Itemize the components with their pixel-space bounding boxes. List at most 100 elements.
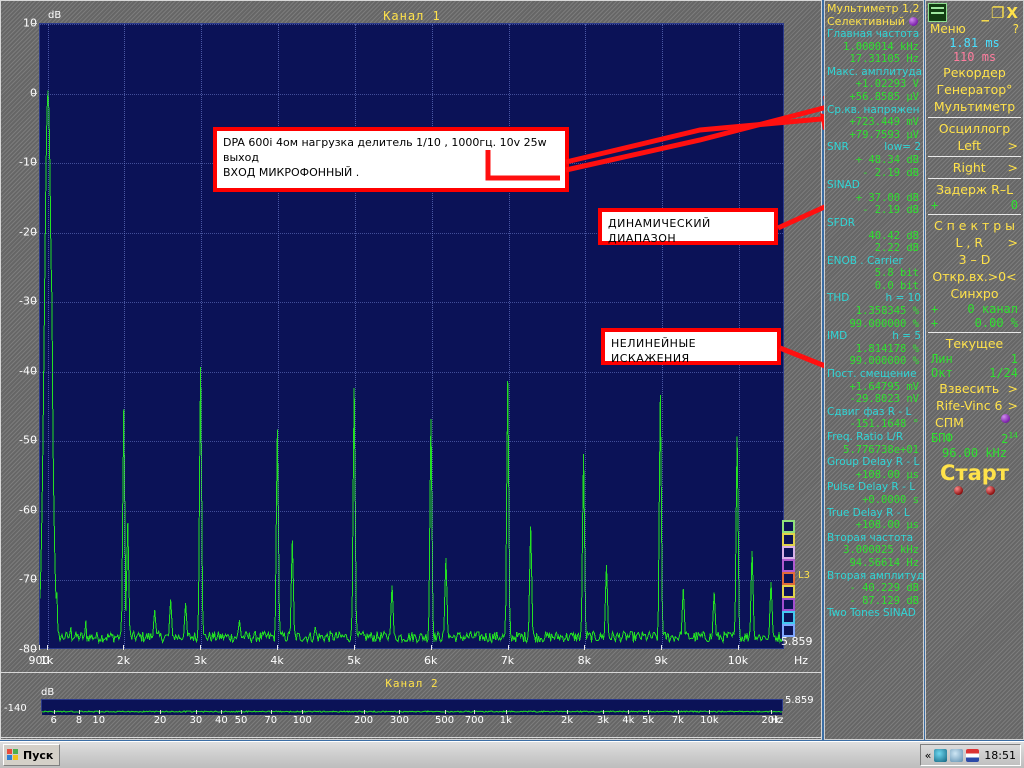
measurement-mode[interactable]: Селективный	[827, 15, 921, 28]
taskbar-clock[interactable]: 18:51	[984, 749, 1016, 762]
system-tray[interactable]: « 18:51	[920, 744, 1021, 766]
channel2-x-tick-label: 10k	[700, 715, 719, 726]
fft-label: БПФ	[931, 431, 953, 446]
button-multimeter[interactable]: Мультиметр	[926, 98, 1023, 115]
measurement-label-text: SNR	[827, 141, 849, 154]
tray-volume-icon[interactable]	[950, 749, 963, 762]
measurement-value: + 48.34 dB	[827, 154, 921, 167]
right-channel-arrow-icon: >	[1008, 159, 1018, 176]
measurement-value: +1.64795 mV	[827, 381, 921, 394]
x-tick-label: 7k	[501, 654, 514, 667]
row-octave[interactable]: Окт 1/24	[926, 366, 1023, 380]
button-window-function[interactable]: Rife-Vinc 6 >	[926, 397, 1023, 414]
measurement-value: - 40.229 dB	[827, 582, 921, 595]
value-sync-percent[interactable]: + 0.00 %	[926, 316, 1023, 330]
button-oscilloscope[interactable]: Осциллогр	[926, 120, 1023, 137]
button-weighting[interactable]: Взвесить >	[926, 380, 1023, 397]
help-button[interactable]: ?	[1013, 22, 1019, 36]
label-spectra: С п е к т р ы	[926, 217, 1023, 234]
annotation-distortion: НЕЛИНЕЙНЫЕ ИСКАЖЕНИЯ	[601, 328, 781, 365]
window-buttons[interactable]: _❐X	[981, 4, 1020, 22]
measurement-label: SFDR	[827, 217, 921, 230]
value-delay-rl[interactable]: + 0	[926, 198, 1023, 212]
annotation-device-line2: ВХОД МИКРОФОННЫЙ .	[223, 165, 559, 180]
measurement-value: 0.0 bit	[827, 280, 921, 293]
start-button[interactable]: Старт	[926, 460, 1023, 486]
measurement-label-param: h = 5	[892, 330, 921, 343]
psd-indicator-icon	[1001, 414, 1010, 423]
measurement-value: 5.8 bit	[827, 267, 921, 280]
measurement-value: +56.8585 µV	[827, 91, 921, 104]
tray-network-icon[interactable]	[934, 749, 947, 762]
channel2-x-tick-label: 20k	[761, 715, 780, 726]
sync-channel-value: 0 канал	[967, 302, 1018, 316]
start-menu-button[interactable]: Пуск	[3, 744, 60, 766]
channel2-x-tick-label: 5k	[642, 715, 654, 726]
grid-line-h	[40, 372, 783, 374]
channel1-max-value: 5.859	[781, 635, 813, 648]
channel2-x-tick-label: 500	[435, 715, 454, 726]
button-psd[interactable]: СПМ	[926, 414, 1023, 431]
mode-indicator-icon	[909, 17, 918, 26]
channel1-color-legend[interactable]: L3	[782, 520, 797, 637]
grid-line-v	[201, 24, 203, 648]
button-generator[interactable]: Генератор°	[926, 81, 1023, 98]
grid-line-v	[585, 24, 587, 648]
grid-line-v	[355, 24, 357, 648]
measurement-label: Пост. смещение	[827, 368, 921, 381]
maximize-button[interactable]: ❐	[991, 4, 1006, 22]
legend-swatch[interactable]	[782, 520, 795, 533]
grid-line-h	[40, 302, 783, 304]
minimize-button[interactable]: _	[981, 4, 991, 22]
lin-value: 1	[1011, 352, 1018, 366]
lin-label: Лин	[931, 352, 953, 366]
menu-button[interactable]: Меню	[930, 22, 966, 36]
measurement-label: ENOB . Carrier	[827, 255, 921, 268]
button-open-input[interactable]: Откр.вх.>0<	[926, 268, 1023, 285]
legend-swatch[interactable]	[782, 533, 795, 546]
row-fft-size[interactable]: БПФ 214	[926, 431, 1023, 446]
row-linear[interactable]: Лин 1	[926, 352, 1023, 366]
measurement-value: 1.000014 kHz	[827, 41, 921, 54]
annotation-distortion-text: НЕЛИНЕЙНЫЕ ИСКАЖЕНИЯ	[611, 337, 696, 365]
button-recorder[interactable]: Рекордер	[926, 64, 1023, 81]
x-tick-label: 3k	[194, 654, 207, 667]
legend-swatch[interactable]	[782, 611, 795, 624]
legend-swatch[interactable]	[782, 585, 795, 598]
measurement-label: Вторая частота	[827, 532, 921, 545]
grid-line-h	[40, 94, 783, 96]
tray-language-icon[interactable]	[966, 749, 979, 762]
button-right-channel[interactable]: Right >	[926, 159, 1023, 176]
grid-line-v	[124, 24, 126, 648]
measurement-label: Вторая амплитуда	[827, 570, 921, 583]
close-button[interactable]: X	[1006, 4, 1020, 22]
button-lr-spectra[interactable]: L , R >	[926, 234, 1023, 251]
measurement-label-param: low= 2	[884, 141, 921, 154]
legend-swatch[interactable]	[782, 598, 795, 611]
grid-line-v	[48, 24, 50, 648]
measurement-label: True Delay R - L	[827, 507, 921, 520]
legend-swatch[interactable]	[782, 572, 795, 585]
measurement-value: 1.814178 %	[827, 343, 921, 356]
tray-expand-icon[interactable]: «	[925, 749, 932, 762]
legend-swatch[interactable]	[782, 559, 795, 572]
value-sync-channel[interactable]: + 0 канал	[926, 302, 1023, 316]
legend-swatch[interactable]	[782, 546, 795, 559]
measurement-label: Ср.кв. напряжен	[827, 104, 921, 117]
sample-rate: 96.00 kHz	[926, 446, 1023, 460]
time-value-2: 110 ms	[926, 50, 1023, 64]
button-current[interactable]: Текущее	[926, 335, 1023, 352]
window-titlebar: _❐X	[926, 1, 1023, 22]
channel2-max-value: 5.859	[785, 695, 814, 706]
channel2-x-tick-label: 6	[50, 715, 56, 726]
channel2-x-tick-label: 70	[264, 715, 277, 726]
button-left-channel[interactable]: Left >	[926, 137, 1023, 154]
button-3d[interactable]: 3 – D	[926, 251, 1023, 268]
channel2-plot-area[interactable]	[41, 699, 783, 711]
oct-value: 1/24	[989, 366, 1018, 380]
menu-row[interactable]: Меню ?	[926, 22, 1023, 36]
measurement-label-text: THD	[827, 292, 849, 305]
channel1-title: Канал 1	[1, 9, 823, 23]
left-channel-arrow-icon: >	[1008, 137, 1018, 154]
taskbar: Пуск « 18:51	[0, 741, 1024, 768]
